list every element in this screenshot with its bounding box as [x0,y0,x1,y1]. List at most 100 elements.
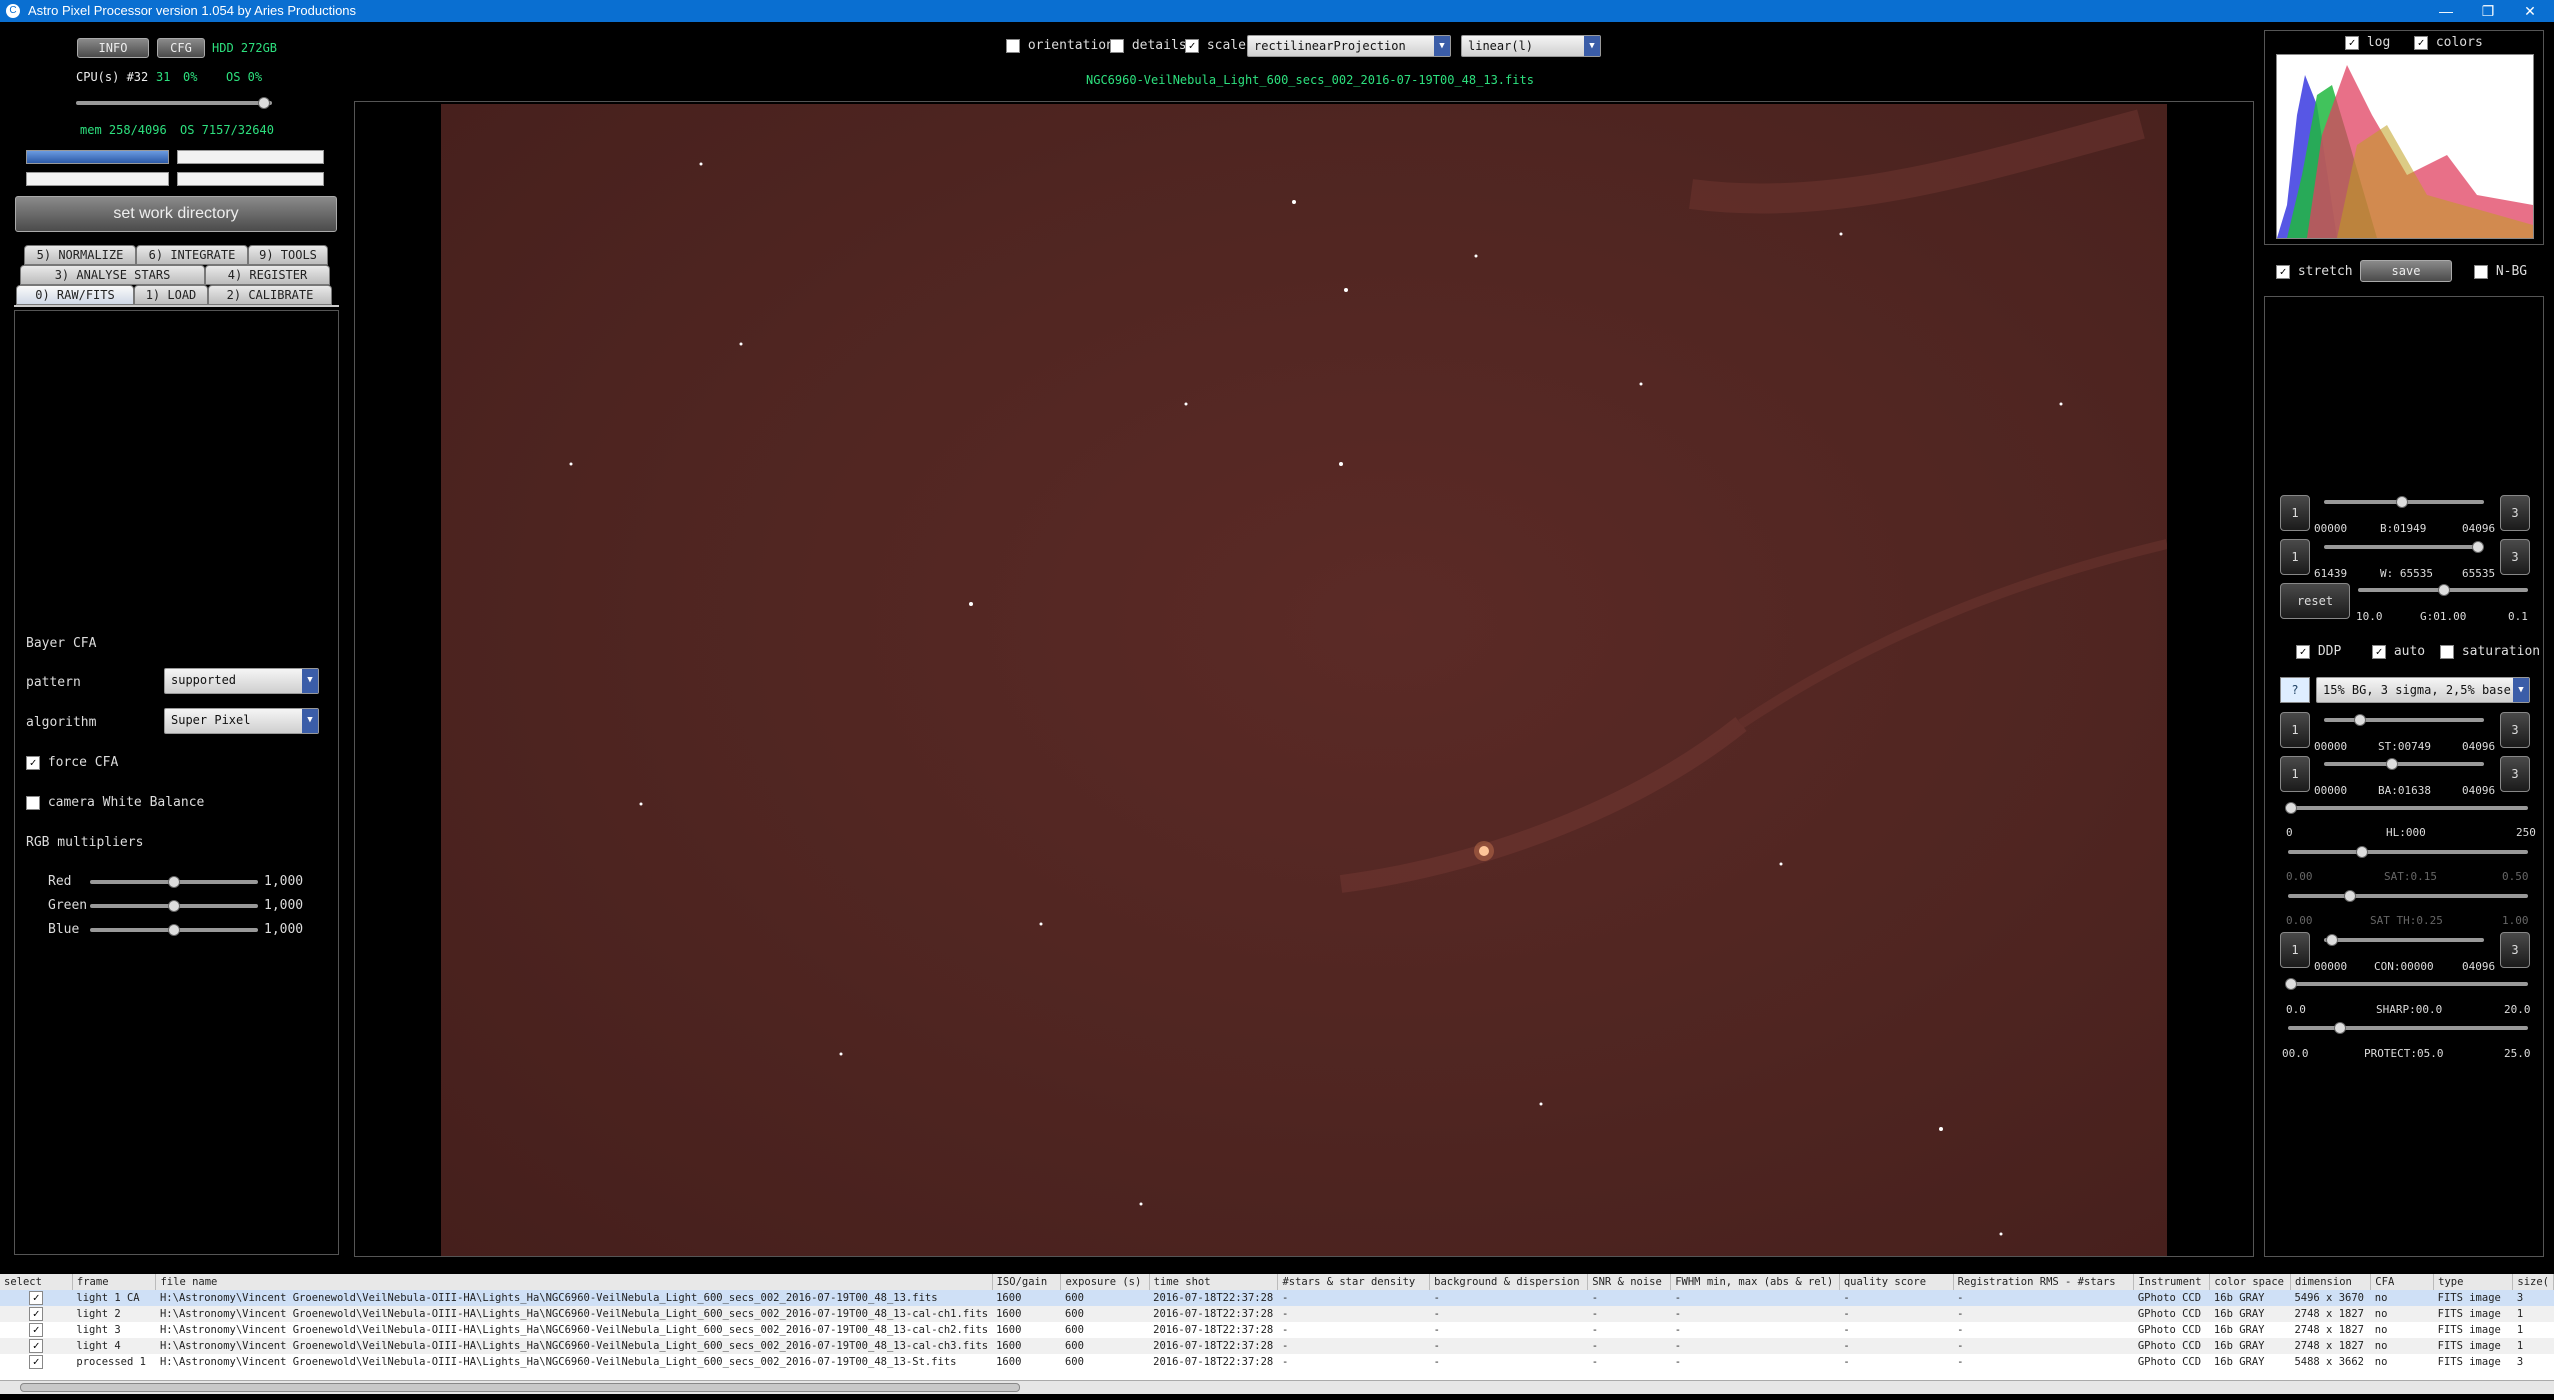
hl-slider-track[interactable] [2288,806,2528,810]
table-row[interactable]: ✓ light 2 H:\Astronomy\Vincent Groenewol… [0,1306,2554,1322]
nbg-option[interactable]: N-BG [2474,264,2527,279]
cpu-slider-track[interactable] [76,101,272,105]
col-time[interactable]: time shot [1149,1274,1279,1290]
stretch-option[interactable]: ✓ stretch [2276,264,2353,279]
log-checkbox[interactable]: ✓ [2345,35,2359,50]
st-slider-track[interactable] [2324,718,2484,722]
ba-step-left-button[interactable]: 1 [2280,756,2310,792]
col-stars[interactable]: #stars & star density [1277,1274,1431,1290]
col-exposure[interactable]: exposure (s) [1060,1274,1150,1290]
details-checkbox[interactable] [1110,38,1124,53]
col-background[interactable]: background & dispersion [1429,1274,1589,1290]
satth-slider-knob[interactable] [2344,890,2356,902]
details-option[interactable]: details [1110,38,1187,53]
restore-icon[interactable]: ❐ [2468,0,2508,22]
w-step-left-button[interactable]: 1 [2280,539,2310,575]
scrollbar-thumb[interactable] [20,1383,1020,1392]
projection-select[interactable]: rectilinearProjection ▼ [1247,35,1451,57]
sharp-slider-track[interactable] [2288,982,2528,986]
tab-raw-fits[interactable]: 0) RAW/FITS [16,285,134,305]
col-select[interactable]: select [0,1274,73,1290]
ba-step-right-button[interactable]: 3 [2500,756,2530,792]
st-step-left-button[interactable]: 1 [2280,712,2310,748]
table-row[interactable]: ✓ light 4 H:\Astronomy\Vincent Groenewol… [0,1338,2554,1354]
nbg-checkbox[interactable] [2474,264,2488,279]
con-step-right-button[interactable]: 3 [2500,932,2530,968]
colors-option[interactable]: ✓ colors [2414,35,2483,50]
set-work-directory-button[interactable]: set work directory [15,196,337,232]
w-slider-track[interactable] [2324,545,2484,549]
help-button[interactable]: ? [2280,677,2310,703]
tab-tools[interactable]: 9) TOOLS [248,245,328,265]
camera-wb-row[interactable]: camera White Balance [26,795,204,810]
blue-slider-knob[interactable] [168,924,180,936]
colors-checkbox[interactable]: ✓ [2414,35,2428,50]
col-quality[interactable]: quality score [1839,1274,1954,1290]
col-snr[interactable]: SNR & noise [1587,1274,1672,1290]
scale-option[interactable]: ✓ scale [1185,38,1246,53]
col-cfa[interactable]: CFA [2370,1274,2435,1290]
ddp-checkbox[interactable]: ✓ [2296,644,2310,659]
image-viewer[interactable] [354,101,2254,1257]
info-button[interactable]: INFO [77,38,149,58]
table-row[interactable]: ✓ light 1 CA H:\Astronomy\Vincent Groene… [0,1290,2554,1306]
minimize-icon[interactable]: — [2426,0,2466,22]
orientation-option[interactable]: orientation [1006,38,1114,53]
col-dimension[interactable]: dimension [2290,1274,2372,1290]
b-step-left-button[interactable]: 1 [2280,495,2310,531]
w-step-right-button[interactable]: 3 [2500,539,2530,575]
ba-slider-track[interactable] [2324,762,2484,766]
con-slider-knob[interactable] [2326,934,2338,946]
st-step-right-button[interactable]: 3 [2500,712,2530,748]
cpu-slider-knob[interactable] [258,97,270,109]
tab-normalize[interactable]: 5) NORMALIZE [24,245,136,265]
red-slider-knob[interactable] [168,876,180,888]
hl-slider-knob[interactable] [2285,802,2297,814]
reset-button[interactable]: reset [2280,583,2350,619]
b-step-right-button[interactable]: 3 [2500,495,2530,531]
auto-checkbox[interactable]: ✓ [2372,644,2386,659]
save-button[interactable]: save [2360,260,2452,282]
green-slider-knob[interactable] [168,900,180,912]
log-option[interactable]: ✓ log [2345,35,2390,50]
nebula-image[interactable] [441,104,2167,1256]
row-select-checkbox[interactable]: ✓ [29,1291,44,1305]
row-select-checkbox[interactable]: ✓ [29,1307,44,1321]
force-cfa-checkbox[interactable]: ✓ [26,755,40,770]
ddp-preset-select[interactable]: 15% BG, 3 sigma, 2,5% base ▼ [2316,677,2530,703]
st-slider-knob[interactable] [2354,714,2366,726]
file-list[interactable]: select frame file name ISO/gain exposure… [0,1274,2554,1380]
con-slider-track[interactable] [2324,938,2484,942]
horizontal-scrollbar[interactable] [0,1380,2554,1394]
col-size[interactable]: size( [2512,1274,2554,1290]
col-frame[interactable]: frame [72,1274,157,1290]
col-instrument[interactable]: Instrument [2133,1274,2211,1290]
satth-slider-track[interactable] [2288,894,2528,898]
tab-integrate[interactable]: 6) INTEGRATE [136,245,248,265]
camera-wb-checkbox[interactable] [26,795,40,810]
cfg-button[interactable]: CFG [157,38,205,58]
stretch-mode-select[interactable]: linear(l) ▼ [1461,35,1601,57]
col-fwhm[interactable]: FWHM min, max (abs & rel) [1670,1274,1840,1290]
table-row[interactable]: ✓ processed 1 H:\Astronomy\Vincent Groen… [0,1354,2554,1370]
ba-slider-knob[interactable] [2386,758,2398,770]
row-select-checkbox[interactable]: ✓ [29,1355,44,1369]
b-slider-knob[interactable] [2396,496,2408,508]
close-icon[interactable]: ✕ [2510,0,2550,22]
col-file-name[interactable]: file name [155,1274,993,1290]
algorithm-select[interactable]: Super Pixel ▼ [164,708,319,734]
row-select-checkbox[interactable]: ✓ [29,1339,44,1353]
tab-load[interactable]: 1) LOAD [134,285,208,305]
sharp-slider-knob[interactable] [2285,978,2297,990]
sat-slider-knob[interactable] [2356,846,2368,858]
force-cfa-row[interactable]: ✓ force CFA [26,755,118,770]
tab-register[interactable]: 4) REGISTER [205,265,330,285]
ddp-option[interactable]: ✓ DDP [2296,644,2341,659]
protect-slider-track[interactable] [2288,1026,2528,1030]
auto-option[interactable]: ✓ auto [2372,644,2425,659]
sat-slider-track[interactable] [2288,850,2528,854]
g-slider-knob[interactable] [2438,584,2450,596]
saturation-option[interactable]: saturation [2440,644,2540,659]
table-row[interactable]: ✓ light 3 H:\Astronomy\Vincent Groenewol… [0,1322,2554,1338]
pattern-select[interactable]: supported ▼ [164,668,319,694]
